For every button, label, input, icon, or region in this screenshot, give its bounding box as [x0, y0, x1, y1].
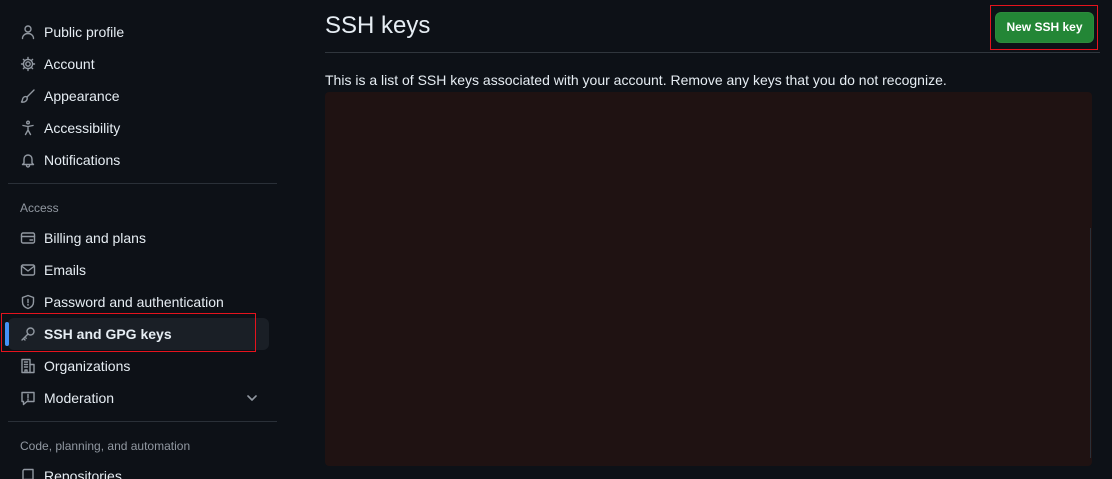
sidebar-item-organizations[interactable]: Organizations [8, 350, 269, 382]
sidebar-item-billing[interactable]: Billing and plans [8, 222, 269, 254]
sidebar-heading-access: Access [20, 201, 59, 215]
sidebar-heading-code-planning-automation: Code, planning, and automation [20, 439, 191, 453]
new-ssh-key-button[interactable]: New SSH key [995, 12, 1094, 43]
page-title: SSH keys [325, 12, 431, 39]
accessibility-icon [20, 120, 36, 136]
chevron-down-icon[interactable] [245, 391, 259, 405]
gear-icon [20, 56, 36, 72]
sidebar-item-emails[interactable]: Emails [8, 254, 269, 286]
sidebar-divider [8, 421, 277, 422]
sidebar-item-label: Public profile [44, 24, 125, 40]
title-divider [325, 52, 1100, 53]
active-indicator [5, 322, 9, 346]
key-icon [20, 326, 36, 342]
sidebar-item-public-profile[interactable]: Public profile [8, 16, 269, 48]
mail-icon [20, 262, 36, 278]
paintbrush-icon [20, 88, 36, 104]
sidebar-item-label: Organizations [44, 358, 131, 374]
repo-icon [20, 468, 36, 479]
panel-edge [1090, 228, 1091, 458]
sidebar-divider [8, 183, 277, 184]
sidebar-item-accessibility[interactable]: Accessibility [8, 112, 269, 144]
organization-icon [20, 358, 36, 374]
report-icon [20, 390, 36, 406]
sidebar-item-label: Moderation [44, 390, 115, 406]
sidebar-item-ssh-gpg-keys[interactable]: SSH and GPG keys [8, 318, 269, 350]
sidebar-item-notifications[interactable]: Notifications [8, 144, 269, 176]
sidebar-item-label: Notifications [44, 152, 121, 168]
redacted-keys-panel [325, 92, 1092, 466]
person-icon [20, 24, 36, 40]
sidebar-item-repositories[interactable]: Repositories [8, 460, 269, 479]
sidebar-item-label: Repositories [44, 468, 122, 479]
sidebar-item-label: SSH and GPG keys [44, 326, 172, 342]
sidebar-item-account[interactable]: Account [8, 48, 269, 80]
ssh-keys-description: This is a list of SSH keys associated wi… [325, 72, 947, 88]
settings-page: Public profile Account Appearance Access… [0, 0, 1112, 479]
sidebar-item-label: Emails [44, 262, 87, 278]
sidebar-item-appearance[interactable]: Appearance [8, 80, 269, 112]
credit-card-icon [20, 230, 36, 246]
sidebar-item-moderation[interactable]: Moderation [8, 382, 269, 414]
sidebar-item-label: Password and authentication [44, 294, 224, 310]
sidebar-item-label: Billing and plans [44, 230, 146, 246]
bell-icon [20, 152, 36, 168]
shield-icon [20, 294, 36, 310]
sidebar-item-password-authentication[interactable]: Password and authentication [8, 286, 269, 318]
sidebar-item-label: Appearance [44, 88, 120, 104]
main-content: SSH keys New SSH key This is a list of S… [325, 0, 1112, 479]
sidebar-item-label: Account [44, 56, 95, 72]
sidebar-item-label: Accessibility [44, 120, 121, 136]
settings-sidebar: Public profile Account Appearance Access… [0, 0, 285, 479]
